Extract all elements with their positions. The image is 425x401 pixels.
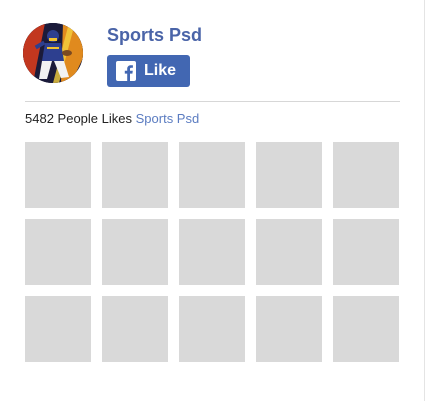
fan-photo-placeholder[interactable] (25, 219, 91, 285)
fan-photo-placeholder[interactable] (333, 142, 399, 208)
fan-photo-placeholder[interactable] (25, 142, 91, 208)
fan-photo-placeholder[interactable] (179, 219, 245, 285)
likes-summary: 5482 People Likes Sports Psd (25, 111, 199, 126)
fan-photo-placeholder[interactable] (256, 219, 322, 285)
fan-photo-placeholder[interactable] (102, 219, 168, 285)
page-link[interactable]: Sports Psd (136, 111, 200, 126)
fan-photo-grid (25, 142, 400, 362)
likes-text: People Likes (57, 111, 132, 126)
football-player-avatar-icon (23, 23, 83, 83)
fan-photo-placeholder[interactable] (179, 142, 245, 208)
like-button[interactable]: Like (107, 55, 190, 87)
page-avatar[interactable] (23, 23, 83, 83)
fan-photo-placeholder[interactable] (179, 296, 245, 362)
page-title[interactable]: Sports Psd (107, 25, 202, 46)
likes-count: 5482 (25, 111, 54, 126)
fan-photo-placeholder[interactable] (333, 296, 399, 362)
facebook-page-widget: Sports Psd Like 5482 People Likes Sports… (0, 0, 425, 401)
fan-photo-placeholder[interactable] (256, 142, 322, 208)
facebook-icon (116, 61, 136, 81)
like-button-label: Like (144, 62, 177, 79)
fan-photo-placeholder[interactable] (102, 142, 168, 208)
fan-photo-placeholder[interactable] (25, 296, 91, 362)
fan-photo-placeholder[interactable] (333, 219, 399, 285)
fan-photo-placeholder[interactable] (102, 296, 168, 362)
divider (25, 101, 400, 102)
fan-photo-placeholder[interactable] (256, 296, 322, 362)
